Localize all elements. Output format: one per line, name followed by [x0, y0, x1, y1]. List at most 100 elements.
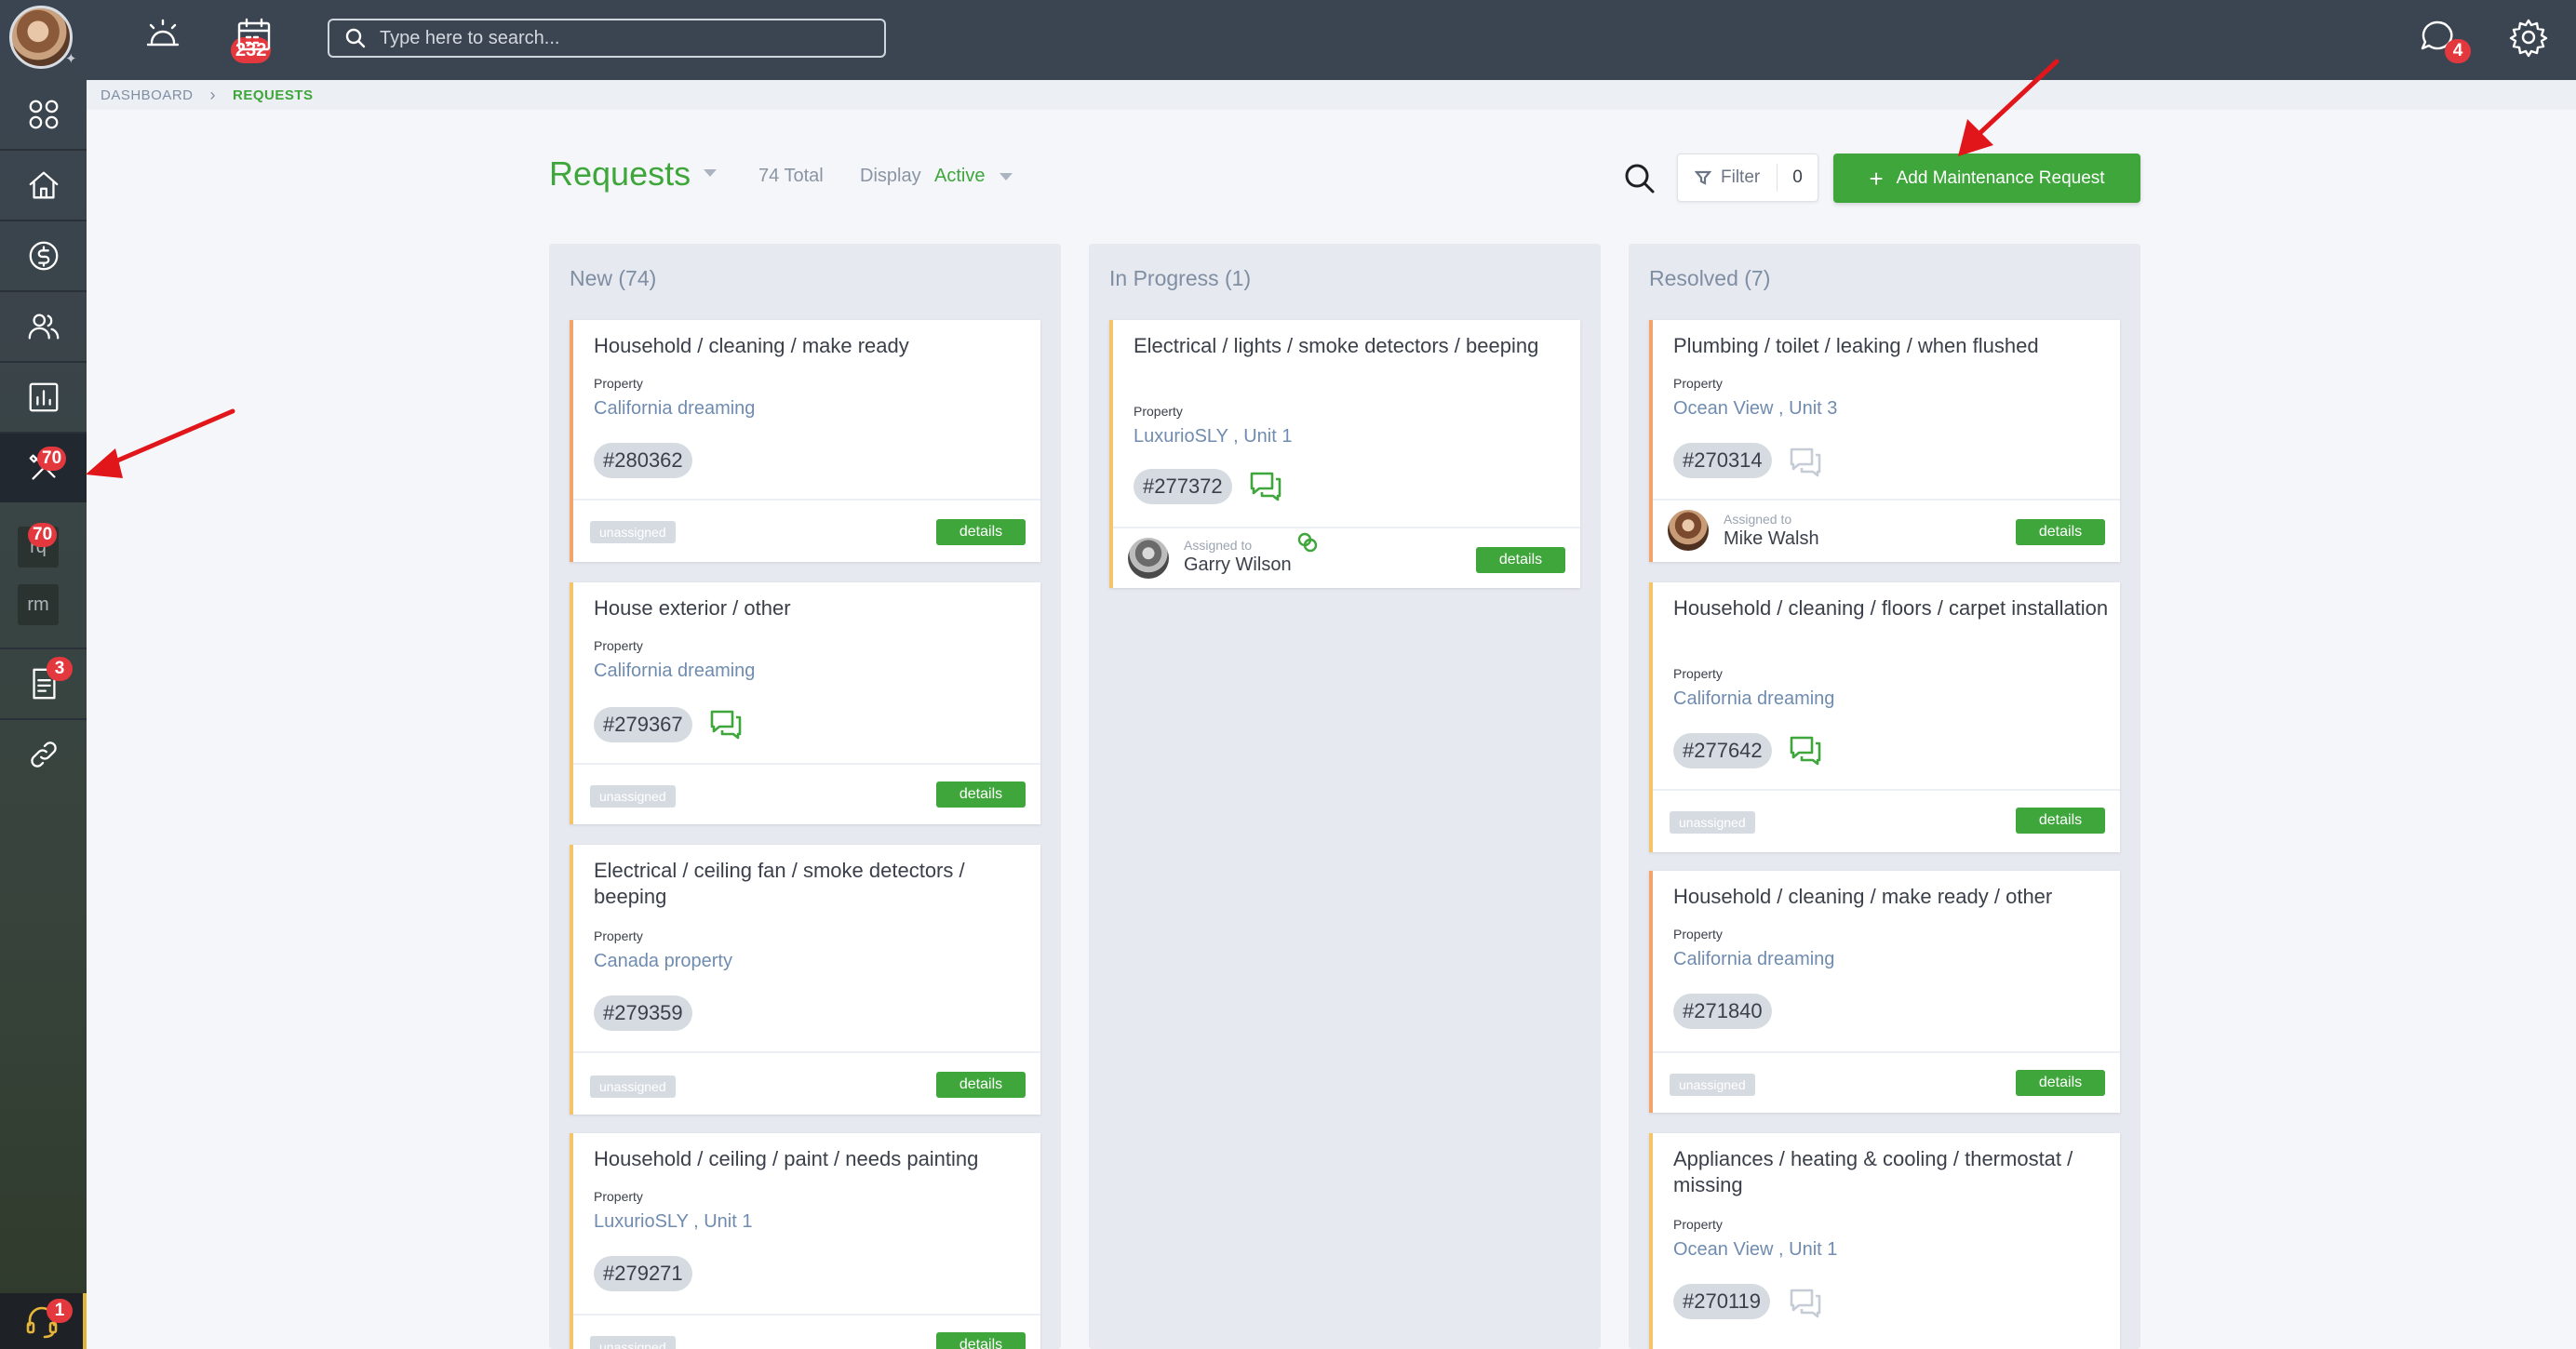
sidebar-item-home[interactable] — [0, 151, 87, 220]
breadcrumb-current: REQUESTS — [233, 87, 314, 103]
filter-funnel-icon — [1694, 169, 1712, 186]
pin-icon: ✦ — [65, 51, 77, 67]
card-divider — [1653, 499, 2120, 501]
sidebar-tile-rm[interactable]: rm — [18, 584, 59, 625]
messages-badge: 4 — [2445, 39, 2471, 63]
request-card[interactable]: Household / cleaning / make ready Proper… — [570, 320, 1040, 562]
request-card[interactable]: House exterior / other Property Californ… — [570, 582, 1040, 824]
details-button[interactable]: details — [2016, 519, 2105, 545]
settings-button[interactable] — [2508, 17, 2549, 58]
request-card[interactable]: Household / cleaning / floors / carpet i… — [1649, 582, 2120, 852]
sidebar-item-apps[interactable] — [0, 80, 87, 149]
request-card[interactable]: Electrical / lights / smoke detectors / … — [1109, 320, 1580, 588]
search-box[interactable] — [328, 19, 886, 58]
column-title: Resolved (7) — [1649, 266, 1771, 290]
tile-rq-badge: 70 — [28, 523, 58, 547]
request-card[interactable]: Electrical / ceiling fan / smoke detecto… — [570, 845, 1040, 1115]
card-divider — [573, 763, 1040, 765]
sidebar-item-reports[interactable] — [0, 363, 87, 432]
comments-icon[interactable] — [709, 709, 743, 741]
add-maintenance-request-button[interactable]: + Add Maintenance Request — [1833, 154, 2140, 203]
property-label: Property — [594, 928, 643, 943]
request-card[interactable]: Appliances / heating & cooling / thermos… — [1649, 1133, 2120, 1349]
annotation-arrow-icon — [86, 408, 235, 478]
column-new: New (74) Household / cleaning / make rea… — [549, 244, 1061, 1349]
search-icon — [345, 28, 366, 48]
request-title: House exterior / other — [594, 596, 791, 620]
sidebar-item-maintenance[interactable]: 70 — [0, 434, 87, 502]
assignee-avatar — [1128, 538, 1169, 579]
sidebar-item-people[interactable] — [0, 292, 87, 361]
support-badge: 1 — [47, 1299, 73, 1323]
details-button[interactable]: details — [1476, 547, 1565, 573]
details-button[interactable]: details — [936, 519, 1026, 545]
home-icon — [29, 171, 58, 199]
request-card[interactable]: Household / ceiling / paint / needs pain… — [570, 1133, 1040, 1349]
total-count: 74 Total — [758, 166, 824, 186]
card-divider — [1113, 527, 1580, 528]
user-avatar[interactable] — [9, 6, 73, 69]
comments-icon[interactable] — [1789, 447, 1822, 478]
link-icon — [30, 741, 57, 768]
gear-icon — [2509, 19, 2548, 58]
request-id: #279271 — [594, 1256, 692, 1291]
request-title: Household / ceiling / paint / needs pain… — [594, 1147, 979, 1170]
tile-rm-label: rm — [27, 594, 49, 615]
details-button[interactable]: details — [936, 1332, 1026, 1349]
search-requests-button[interactable] — [1621, 160, 1658, 197]
property-label: Property — [1673, 1217, 1723, 1232]
add-request-label: Add Maintenance Request — [1896, 167, 2105, 188]
sidebar-item-finance[interactable] — [0, 221, 87, 290]
request-id: #279359 — [594, 995, 692, 1031]
assigned-to-label: Assigned to — [1184, 538, 1253, 553]
breadcrumb: DASHBOARD › REQUESTS — [87, 80, 2576, 110]
property-link[interactable]: Ocean View , Unit 1 — [1673, 1239, 1837, 1261]
filter-button[interactable]: Filter 0 — [1677, 154, 1818, 202]
assigned-to-label: Assigned to — [1724, 512, 1792, 527]
property-link[interactable]: Canada property — [594, 951, 732, 972]
property-link[interactable]: California dreaming — [594, 661, 755, 682]
breadcrumb-dashboard[interactable]: DASHBOARD — [101, 87, 194, 103]
support-button[interactable]: 1 — [0, 1293, 87, 1349]
title-caret-icon[interactable] — [704, 169, 717, 177]
property-link[interactable]: LuxurioSLY , Unit 1 — [1134, 426, 1292, 447]
display-caret-icon[interactable] — [1000, 173, 1013, 180]
request-card[interactable]: Household / cleaning / make ready / othe… — [1649, 871, 2120, 1113]
request-title: Household / cleaning / make ready / othe… — [1673, 885, 2053, 908]
details-button[interactable]: details — [2016, 808, 2105, 834]
sidebar-item-links[interactable] — [0, 720, 87, 789]
card-divider — [1653, 1051, 2120, 1053]
details-button[interactable]: details — [936, 1072, 1026, 1098]
details-button[interactable]: details — [936, 781, 1026, 808]
page-title[interactable]: Requests — [549, 154, 691, 194]
property-link[interactable]: LuxurioSLY , Unit 1 — [594, 1211, 752, 1233]
breadcrumb-separator: › — [209, 85, 217, 104]
display-label: Display — [860, 166, 921, 186]
maintenance-badge: 70 — [37, 447, 67, 471]
unassigned-tag: unassigned — [590, 521, 676, 543]
property-link[interactable]: California dreaming — [594, 398, 755, 420]
calendar-icon — [237, 18, 271, 51]
property-link[interactable]: California dreaming — [1673, 688, 1834, 710]
sidebar: ✦ 70 rq 70 rm 3 1 — [0, 0, 87, 1349]
search-input[interactable] — [380, 27, 864, 49]
request-card[interactable]: Plumbing / toilet / leaking / when flush… — [1649, 320, 2120, 562]
comments-icon[interactable] — [1789, 1288, 1822, 1319]
comments-icon[interactable] — [1249, 471, 1282, 502]
details-button[interactable]: details — [2016, 1070, 2105, 1096]
sidebar-item-documents[interactable]: 3 — [0, 649, 87, 718]
card-divider — [1653, 789, 2120, 791]
display-select[interactable]: Active — [934, 166, 985, 187]
property-link[interactable]: California dreaming — [1673, 949, 1834, 970]
calendar-button[interactable] — [234, 15, 275, 56]
card-divider — [573, 1051, 1040, 1053]
alerts-button[interactable] — [142, 15, 183, 56]
request-id: #271840 — [1673, 994, 1772, 1029]
property-link[interactable]: Ocean View , Unit 3 — [1673, 398, 1837, 420]
column-title: New (74) — [570, 266, 657, 290]
filter-label: Filter — [1721, 167, 1761, 187]
unassigned-tag: unassigned — [590, 785, 676, 808]
card-divider — [573, 499, 1040, 501]
property-label: Property — [594, 376, 643, 391]
comments-icon[interactable] — [1789, 735, 1822, 767]
